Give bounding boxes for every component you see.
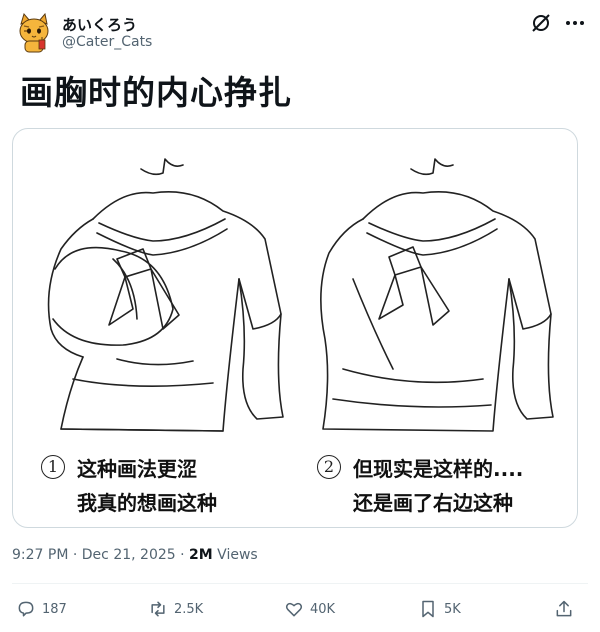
panel-2-number: 2 [317,455,341,479]
action-bar: 187 2.5K 40K 5K [12,596,588,622]
like-icon [285,602,303,617]
avatar[interactable] [12,10,56,54]
views-count: 2M [189,547,213,563]
separator: · [180,547,185,563]
time[interactable]: 9:27 PM [12,547,68,563]
grok-icon[interactable] [530,12,552,34]
reply-icon [18,601,34,617]
more-icon[interactable] [564,12,586,34]
share-button[interactable] [554,596,580,622]
share-icon [556,600,572,617]
display-name[interactable]: あいくろう [62,14,137,35]
tweet-header: あいくろう @Cater_Cats [12,10,586,54]
divider [12,583,588,584]
bookmark-button[interactable]: 5K [418,596,461,622]
bookmark-count: 5K [444,601,461,617]
panel-2-caption-1: 但现实是这样的.... [353,457,524,481]
panel-1-caption-2: 我真的想画这种 [77,491,217,515]
panel-1-number: 1 [41,455,65,479]
user-handle[interactable]: @Cater_Cats [62,34,152,50]
panel-2-caption-2: 还是画了右边这种 [353,491,513,515]
tweet-timestamp: 9:27 PM · Dec 21, 2025 · 2M Views [12,547,258,563]
tweet-text: 画胸时的内心挣扎 [20,73,292,112]
panel-1-caption-1: 这种画法更涩 [77,457,197,481]
repost-button[interactable]: 2.5K [148,596,203,622]
date[interactable]: Dec 21, 2025 [82,547,176,563]
bookmark-icon [422,600,434,618]
tweet-image[interactable]: 1 这种画法更涩 我真的想画这种 2 但现实是这样的.... 还是画了右边这种 [12,128,578,528]
repost-icon [151,601,165,617]
separator: · [72,547,78,563]
like-button[interactable]: 40K [284,596,335,622]
views-label: Views [217,547,258,563]
reply-button[interactable]: 187 [16,596,67,622]
like-count: 40K [310,601,336,617]
repost-count: 2.5K [174,601,204,617]
reply-count: 187 [42,601,67,617]
